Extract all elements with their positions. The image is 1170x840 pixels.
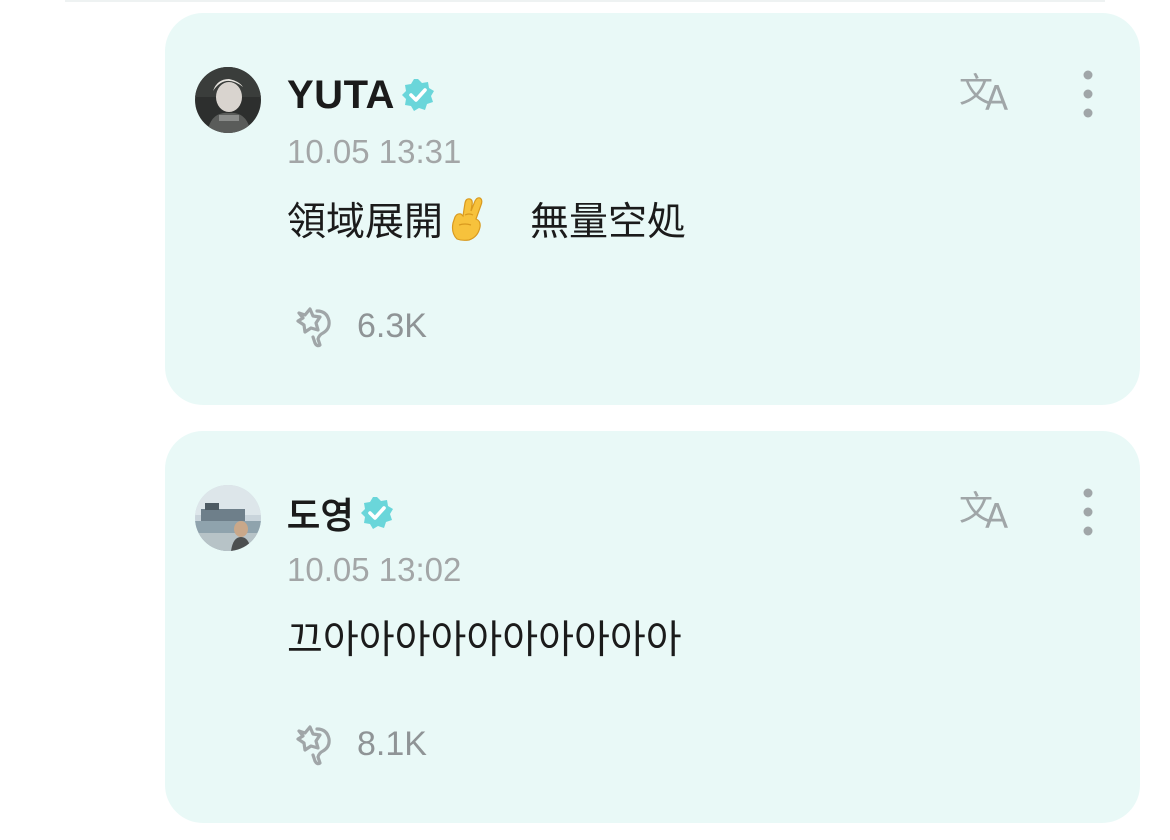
post-text: 領域展開 無量空処 <box>287 191 686 251</box>
star-hand-icon <box>287 299 337 353</box>
like-button[interactable]: 6.3K <box>287 299 427 353</box>
more-vertical-icon <box>1083 488 1093 536</box>
verified-badge-icon <box>400 77 436 113</box>
post-text-part: 無量空処 <box>491 200 687 245</box>
translate-button[interactable]: 文 A <box>957 484 1019 537</box>
more-options-button[interactable] <box>1073 68 1103 120</box>
more-vertical-icon <box>1083 70 1093 118</box>
post-text-part: 領域展開 <box>287 200 444 245</box>
post-timestamp: 10.05 13:02 <box>287 551 462 588</box>
post-text: 끄아아아아아아아아아아 <box>287 618 682 663</box>
more-options-button[interactable] <box>1073 486 1103 538</box>
like-button[interactable]: 8.1K <box>287 717 427 771</box>
post-timestamp: 10.05 13:31 <box>287 133 462 170</box>
svg-text:A: A <box>985 497 1008 534</box>
avatar[interactable] <box>195 67 261 133</box>
like-count: 8.1K <box>357 724 427 763</box>
translate-icon: 文 A <box>959 71 1008 119</box>
post-card[interactable]: YUTA 10.05 13:31 領域展開 無量空処 6.3K 文 A <box>165 13 1140 405</box>
svg-text:A: A <box>985 79 1008 116</box>
top-divider <box>65 0 1105 2</box>
like-count: 6.3K <box>357 306 427 345</box>
author-name[interactable]: YUTA <box>287 73 395 118</box>
verified-badge-icon <box>359 495 395 531</box>
crossed-fingers-emoji-icon <box>447 195 487 251</box>
author-name[interactable]: 도영 <box>287 487 354 539</box>
star-hand-icon <box>287 717 337 771</box>
translate-icon: 文 A <box>959 489 1008 537</box>
post-card[interactable]: 도영 10.05 13:02 끄아아아아아아아아아아 8.1K 文 A <box>165 431 1140 823</box>
avatar[interactable] <box>195 485 261 551</box>
translate-button[interactable]: 文 A <box>957 66 1019 119</box>
